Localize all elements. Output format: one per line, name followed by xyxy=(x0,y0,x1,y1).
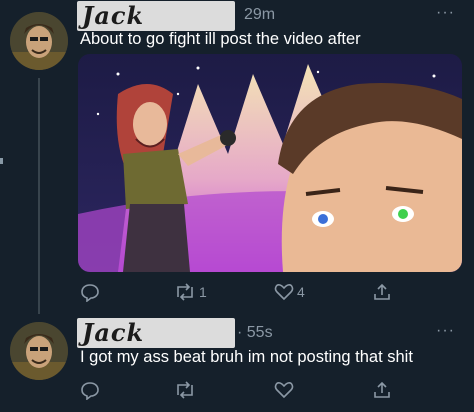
retweet-icon xyxy=(177,283,193,301)
avatar-image xyxy=(10,322,68,380)
drawing-illustration xyxy=(78,54,462,272)
share-button[interactable] xyxy=(372,380,392,400)
reply-icon xyxy=(81,284,99,302)
author-name[interactable]: Jack xyxy=(82,1,144,30)
more-options-button[interactable]: ··· xyxy=(436,4,455,22)
avatar[interactable] xyxy=(10,12,68,70)
retweet-button[interactable] xyxy=(174,380,199,400)
tweet-text: I got my ass beat bruh im not posting th… xyxy=(80,348,413,366)
more-options-button[interactable]: ··· xyxy=(436,322,455,340)
reply-button[interactable] xyxy=(80,282,103,302)
like-button[interactable] xyxy=(274,380,297,400)
reply-button[interactable] xyxy=(80,380,103,400)
timestamp[interactable]: · 55s xyxy=(237,324,273,342)
heart-icon xyxy=(274,284,294,301)
avatar[interactable] xyxy=(10,322,68,380)
like-count: 4 xyxy=(297,284,305,300)
retweet-count: 1 xyxy=(199,284,207,300)
like-button[interactable]: 4 xyxy=(274,282,305,302)
share-icon xyxy=(374,381,390,398)
timestamp[interactable]: 29m xyxy=(244,6,275,24)
tweet-text: About to go fight ill post the video aft… xyxy=(80,30,361,48)
tweet-media-image[interactable] xyxy=(78,54,462,272)
retweet-icon xyxy=(177,381,193,399)
reply-icon xyxy=(81,382,99,400)
avatar-image xyxy=(10,12,68,70)
share-button[interactable] xyxy=(372,282,392,302)
heart-icon xyxy=(274,382,294,399)
author-name[interactable]: Jack xyxy=(82,318,144,347)
thread-line xyxy=(38,78,40,314)
scroll-indicator xyxy=(0,158,3,164)
share-icon xyxy=(374,283,390,300)
retweet-button[interactable]: 1 xyxy=(174,282,207,302)
